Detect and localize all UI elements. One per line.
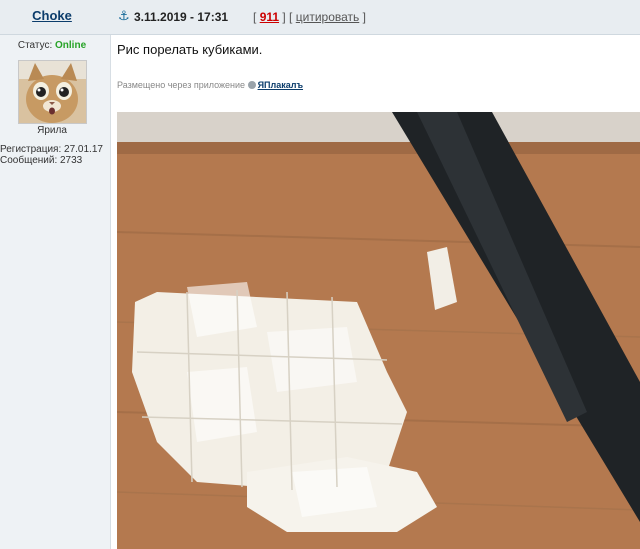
bracket-open: [ — [253, 10, 257, 24]
status-value: Online — [55, 40, 87, 51]
post-number-link[interactable]: 911 — [260, 10, 279, 24]
cat-avatar-image — [19, 61, 86, 123]
post-date: 3.11.2019 - 17:31 — [134, 10, 229, 24]
app-note-prefix: Размещено через приложение — [117, 80, 246, 90]
status-label: Статус: — [17, 40, 53, 51]
app-note: Размещено через приложение ЯПлакалъ — [117, 80, 303, 90]
post-photo[interactable] — [117, 112, 640, 549]
avatar[interactable] — [18, 60, 87, 124]
post-meta: [ 911 ] [ цитировать ] — [253, 10, 366, 24]
app-link[interactable]: ЯПлакалъ — [258, 80, 303, 90]
app-icon — [247, 81, 256, 89]
message-count: Сообщений: 2733 — [0, 155, 83, 166]
post-text: Рис порелать кубиками. — [117, 42, 263, 57]
bracket-close: ] — [362, 10, 366, 24]
username-link[interactable]: Choke — [0, 8, 104, 23]
chopped-onion-photo — [117, 112, 640, 549]
user-rank: Ярила — [37, 125, 67, 136]
user-status: Статус: Online — [0, 40, 104, 51]
anchor-icon[interactable]: ⚓ — [118, 9, 130, 23]
bracket-separator: ] [ — [282, 10, 293, 24]
quote-link[interactable]: цитировать — [296, 10, 360, 24]
registration-date: Регистрация: 27.01.17 — [0, 144, 103, 155]
